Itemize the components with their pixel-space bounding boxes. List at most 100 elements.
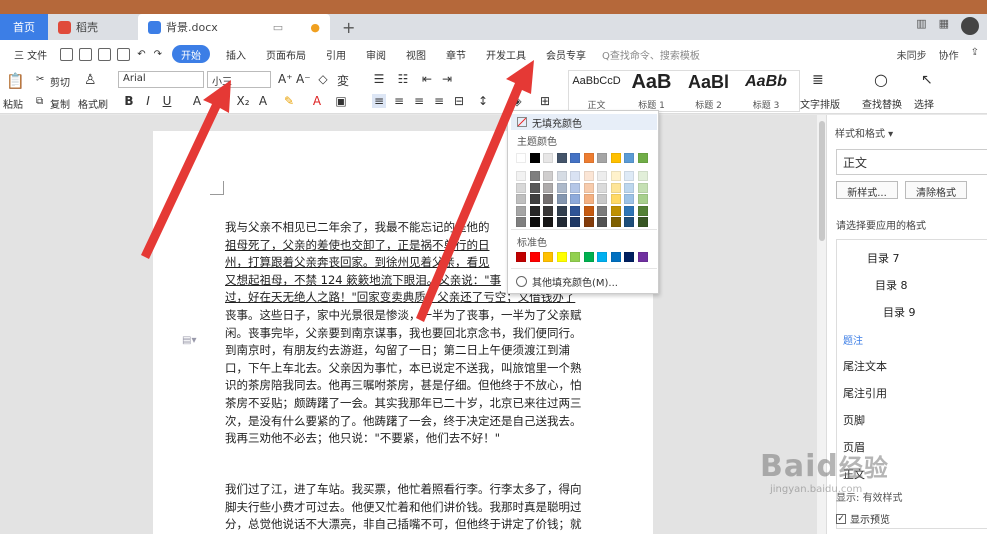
standard-color-swatch[interactable] [583,252,594,262]
grid-icon[interactable]: ▦ [939,17,949,35]
show-preview-option[interactable]: ✓ 显示预览 [836,511,890,526]
standard-color-swatch[interactable] [543,252,553,262]
standard-color-swatch[interactable] [637,252,648,262]
text-layout-button[interactable]: 文字排版 [800,96,840,111]
theme-shade-swatch[interactable] [583,182,594,193]
underline-button[interactable]: U [160,94,174,108]
font-name-select[interactable]: Arial [118,71,204,88]
find-replace-button[interactable]: 查找替换 [862,96,902,111]
theme-shade-swatch[interactable] [610,194,621,204]
align-left-icon[interactable]: ≡ [372,94,386,108]
theme-shade-swatch[interactable] [624,217,634,227]
theme-shade-swatch[interactable] [556,194,567,204]
tab-home[interactable]: 首页 [0,14,48,40]
tab-document[interactable]: 背景.docx ▭ ● [138,14,330,40]
standard-color-swatch[interactable] [556,252,567,262]
theme-shade-swatch[interactable] [543,205,553,216]
new-tab-button[interactable]: + [342,14,355,40]
theme-shade-swatch[interactable] [516,217,526,227]
theme-shade-swatch[interactable] [543,182,553,193]
shading-fill-icon[interactable]: ◈ [510,94,524,108]
theme-shade-swatch[interactable] [624,205,634,216]
theme-shade-swatch[interactable] [516,205,526,216]
theme-shade-swatch[interactable] [516,171,526,181]
format-painter-icon[interactable]: ♙ [84,72,97,88]
font-grow-icon[interactable]: A⁺ [278,72,293,86]
theme-shade-swatch[interactable] [570,182,580,193]
menu-member[interactable]: 会员专享 [536,40,596,68]
theme-shade-swatch[interactable] [570,217,580,227]
justify-icon[interactable]: ≡ [432,94,446,108]
theme-shade-swatch[interactable] [597,217,607,227]
font-size-select[interactable]: 小三 [207,71,271,88]
paste-icon[interactable]: 📋 [6,72,25,90]
preview-icon[interactable] [117,47,131,61]
theme-shade-swatch[interactable] [556,205,567,216]
theme-shade-swatch[interactable] [543,217,553,227]
theme-shade-swatch[interactable] [570,205,580,216]
theme-shade-swatch[interactable] [637,182,648,193]
menu-page-layout[interactable]: 页面布局 [256,40,316,68]
standard-color-swatch[interactable] [529,252,540,262]
theme-shade-swatch[interactable] [637,194,648,204]
cut-button[interactable]: 剪切 [50,74,70,89]
theme-shade-swatch[interactable] [597,194,607,204]
theme-shade-swatch[interactable] [624,194,634,204]
theme-shade-swatch[interactable] [516,194,526,204]
numbering-icon[interactable]: ☷ [396,72,410,86]
save-icon[interactable] [60,47,74,61]
menu-developer[interactable]: 开发工具 [476,40,536,68]
subscript-button[interactable]: X₂ [236,94,250,108]
theme-shade-swatch[interactable] [637,205,648,216]
theme-shade-swatch[interactable] [637,217,648,227]
clear-format-icon[interactable]: ◇ [316,72,330,86]
cut-icon[interactable]: ✂ [36,74,44,85]
theme-color-swatch[interactable] [597,153,607,163]
style-heading-3[interactable]: AaBb 标题 3 [735,71,797,113]
undo-icon[interactable]: ↶ [133,40,149,68]
redo-icon[interactable]: ↷ [150,40,166,68]
theme-color-swatch[interactable] [516,153,526,163]
select-cursor-icon[interactable]: ↖ [921,72,933,88]
theme-shade-swatch[interactable] [543,171,553,181]
find-icon[interactable]: ○ [874,70,888,89]
distributed-icon[interactable]: ⊟ [452,94,466,108]
highlight-icon[interactable]: ✎ [282,94,296,108]
theme-shade-swatch[interactable] [610,171,621,181]
theme-shade-swatch[interactable] [583,205,594,216]
theme-shade-swatch[interactable] [529,205,540,216]
theme-color-swatch[interactable] [543,153,553,163]
no-fill-option[interactable]: 无填充颜色 [511,114,657,130]
char-border-icon[interactable]: ▣ [334,94,348,108]
paragraph-2[interactable]: 我们过了江，进了车站。我买票，他忙着照看行李。行李太多了，得向 脚夫行些小费才可过… [225,481,617,534]
theme-shade-swatch[interactable] [570,194,580,204]
increase-indent-icon[interactable]: ⇥ [440,72,454,86]
theme-shade-swatch[interactable] [570,171,580,181]
theme-shade-swatch[interactable] [597,171,607,181]
style-normal[interactable]: AaBbCcD 正文 [569,71,624,113]
align-right-icon[interactable]: ≡ [412,94,426,108]
theme-shade-swatch[interactable] [624,171,634,181]
theme-shade-swatch[interactable] [624,182,634,193]
menu-review[interactable]: 审阅 [356,40,396,68]
line-spacing-icon[interactable]: ↕ [476,94,490,108]
theme-shade-swatch[interactable] [610,205,621,216]
standard-color-swatch[interactable] [610,252,621,262]
menu-file[interactable]: 三 文件 [4,40,57,68]
theme-shade-swatch[interactable] [543,194,553,204]
sort-icon[interactable]: ⇅ [512,72,526,86]
style-list-item[interactable]: 题注 [837,332,987,347]
standard-color-swatch[interactable] [597,252,607,262]
new-style-button[interactable]: 新样式... [836,181,898,199]
theme-color-swatch[interactable] [583,153,594,163]
style-list-item[interactable]: 页脚 [837,412,987,428]
theme-shade-swatch[interactable] [529,194,540,204]
theme-color-swatch[interactable] [556,153,567,163]
layout-icon[interactable]: ▥ [916,17,926,35]
style-list-item[interactable]: 尾注文本 [837,358,987,374]
theme-shade-swatch[interactable] [556,171,567,181]
decrease-indent-icon[interactable]: ⇤ [420,72,434,86]
theme-color-swatch[interactable] [624,153,634,163]
align-center-icon[interactable]: ≡ [392,94,406,108]
tab-daoke[interactable]: 稻壳 [48,14,138,40]
